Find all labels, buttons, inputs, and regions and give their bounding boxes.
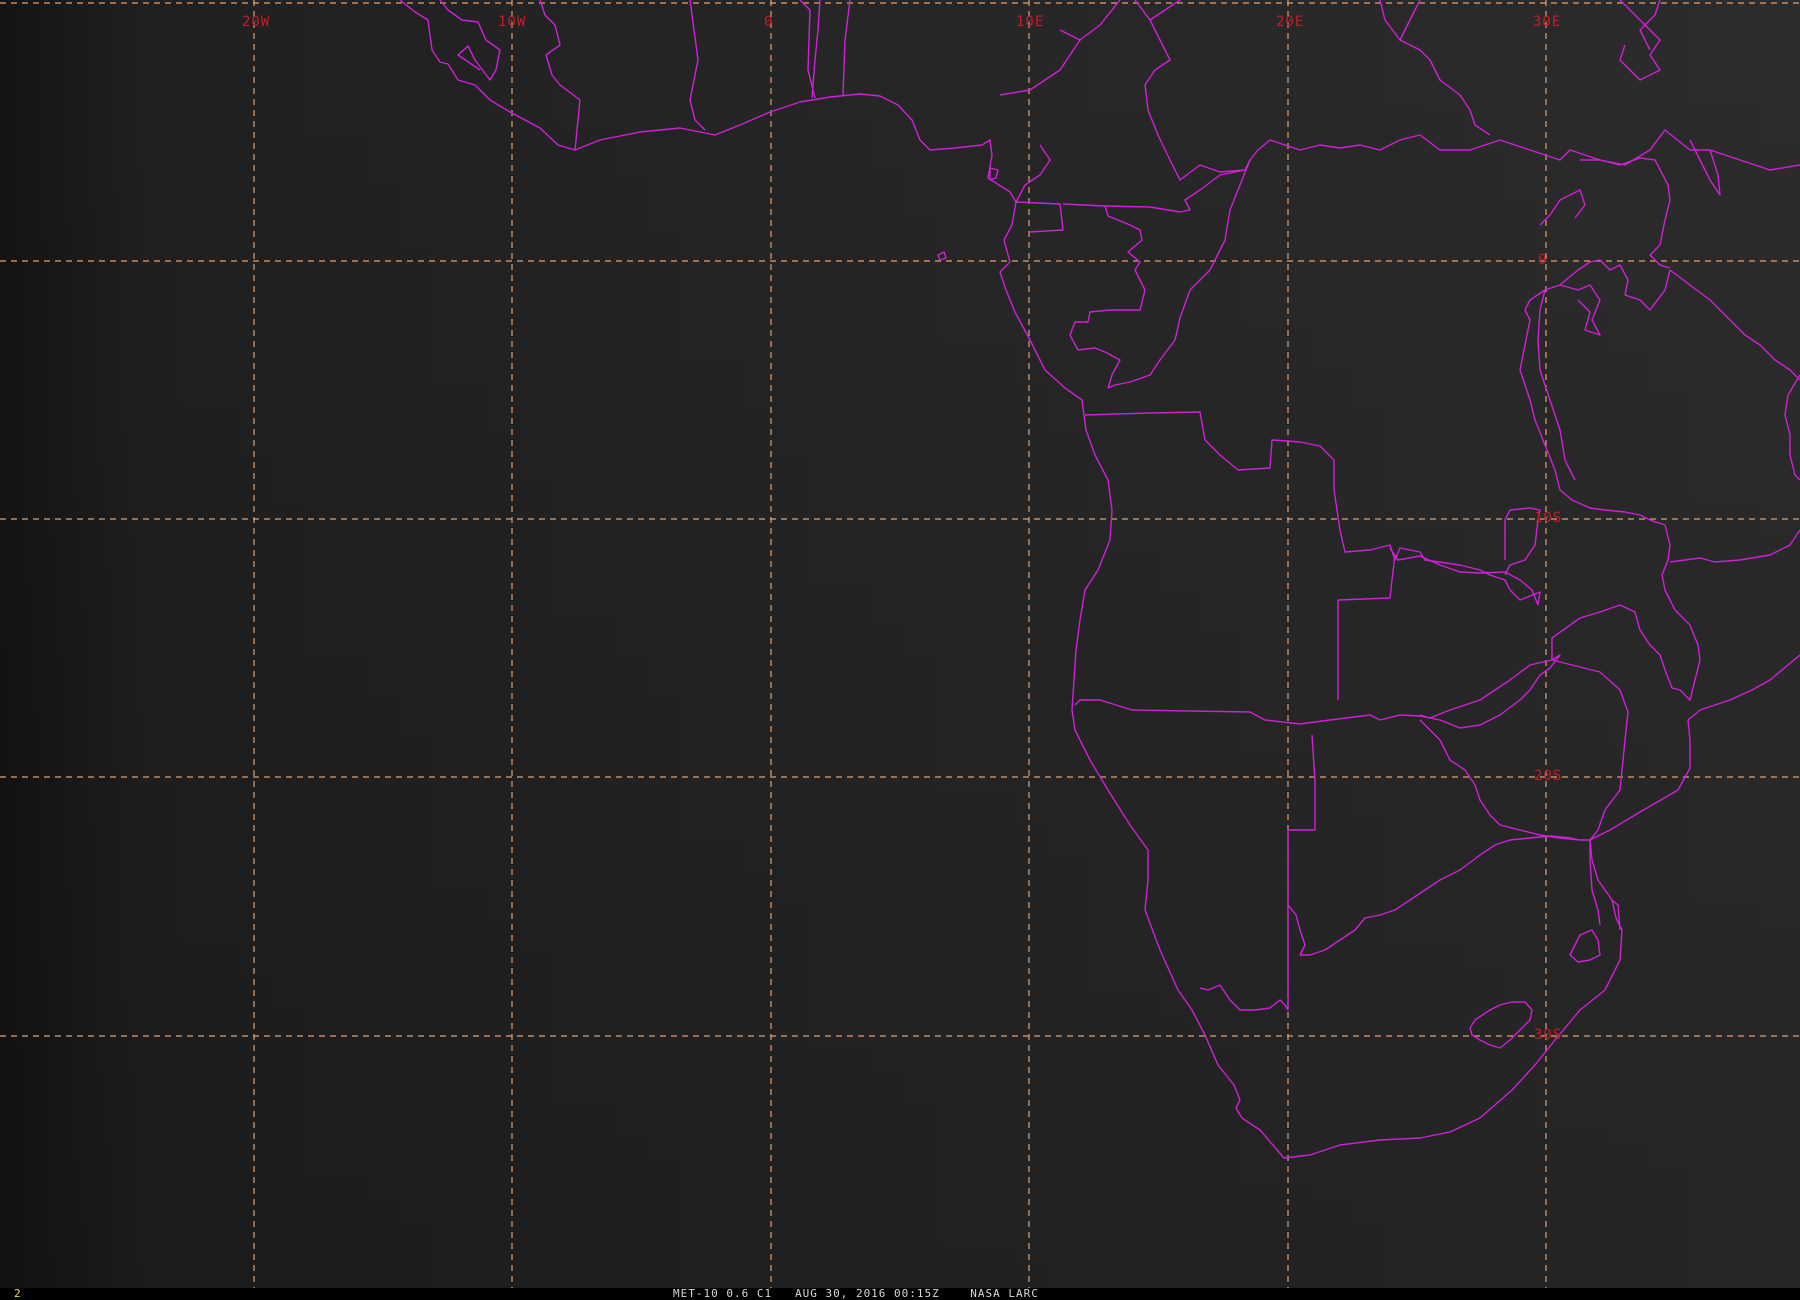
lat-label-0: 0 <box>1538 252 1547 268</box>
lon-label-20e: 20E <box>1276 14 1304 30</box>
lon-label-20w: 20W <box>242 14 270 30</box>
lon-label-30e: 30E <box>1533 14 1561 30</box>
map-canvas[interactable]: 20W 10W 0 10E 20E 30E 0 10S 20S 30S <box>0 0 1800 1288</box>
lon-label-0: 0 <box>764 14 773 30</box>
image-shading <box>0 0 1800 1288</box>
lat-label-10s: 10S <box>1534 510 1562 526</box>
lat-label-30s: 30S <box>1534 1027 1562 1043</box>
lon-label-10e: 10E <box>1016 14 1044 30</box>
lat-label-20s: 20S <box>1534 768 1562 784</box>
image-caption: MET-10 0.6 C1 AUG 30, 2016 00:15Z NASA L… <box>673 1287 1039 1300</box>
status-bar: 2 MET-10 0.6 C1 AUG 30, 2016 00:15Z NASA… <box>0 1287 1800 1300</box>
frame-number: 2 <box>14 1287 22 1300</box>
satellite-image-viewer: 20W 10W 0 10E 20E 30E 0 10S 20S 30S 2 ME… <box>0 0 1800 1300</box>
lon-label-10w: 10W <box>498 14 526 30</box>
